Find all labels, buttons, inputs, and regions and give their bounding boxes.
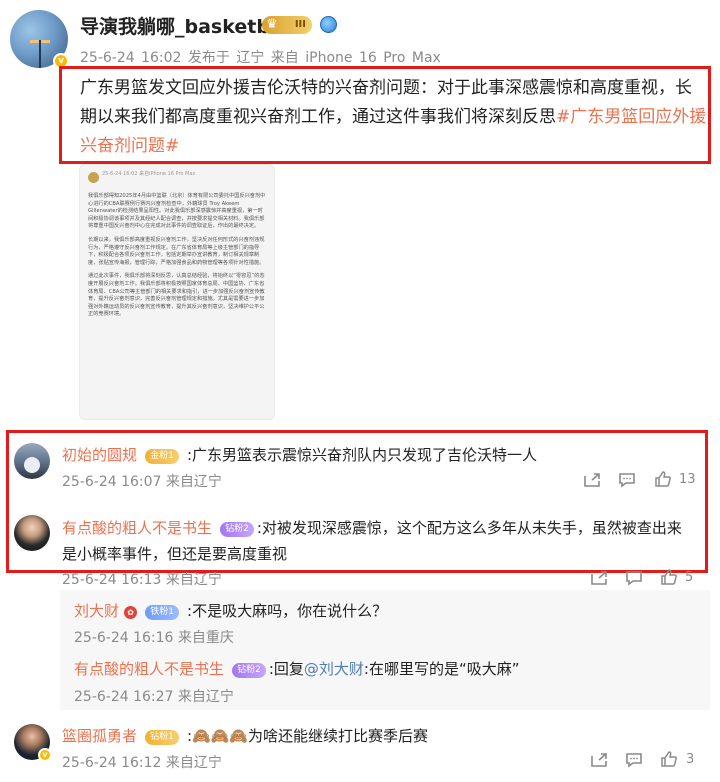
verified-icon: ✿ (124, 606, 138, 619)
like-icon[interactable] (660, 751, 678, 767)
comment-icon[interactable] (618, 472, 636, 488)
comment-line: 初始的圆规 金粉1 :广东男篮表示震惊兴奋剂队内只发现了吉伦沃特一人 (62, 444, 702, 465)
comment-author[interactable]: 初始的圆规 (62, 446, 137, 464)
like-count: 13 (679, 472, 696, 487)
embed-avatar (88, 172, 99, 183)
emoji-monkeys: 🙈🙈🙈 (192, 727, 249, 745)
comment-avatar[interactable] (14, 443, 50, 479)
comment-meta: 25-6-24 16:12 来自辽宁 (62, 755, 222, 771)
comment-meta: 25-6-24 16:07 来自辽宁 (62, 474, 222, 490)
reply-prefix: :回复 (268, 660, 304, 678)
like-count: 5 (685, 570, 694, 585)
globe-icon[interactable] (320, 16, 337, 33)
comment-text: 为啥还能继续打比赛季后赛 (248, 727, 429, 745)
post-text: 广东男篮发文回应外援吉伦沃特的兴奋剂问题：对于此事深感震惊和高度重视，长期以来我… (80, 74, 708, 161)
moon-graphic (24, 457, 40, 473)
mention-link[interactable]: @刘大财 (304, 660, 364, 678)
post-meta: 25-6-24 16:02 发布于 辽宁 来自 iPhone 16 Pro Ma… (80, 50, 441, 66)
reply-meta: 25-6-24 16:27 来自辽宁 (74, 689, 234, 705)
like-count: 3 (686, 752, 695, 767)
comment-author[interactable]: 有点酸的粗人不是书生 (62, 519, 212, 537)
post-image[interactable]: 25-6-24 16:02 来自iPhone 16 Pro Max 我俱乐部得知… (79, 164, 275, 420)
verified-icon: v (38, 748, 52, 762)
reply-line: 有点酸的粗人不是书生 钻粉2:回复@刘大财:在哪里写的是“吸大麻” (74, 658, 520, 679)
comment-line: 有点酸的粗人不是书生 钻粉2:对被发现深感震惊，这个配方这么多年从未失手，虽然被… (62, 515, 692, 567)
embed-header-text: 25-6-24 16:02 来自iPhone 16 Pro Max (102, 171, 196, 177)
fan-badge[interactable]: 钻粉2 (220, 522, 254, 537)
crown-badge[interactable]: ♛ III (262, 16, 312, 34)
fan-badge[interactable]: 铁粉1 (145, 605, 179, 620)
pole-graphic (39, 40, 41, 68)
like-icon[interactable] (660, 569, 678, 585)
embed-paragraph: 长期以来，我俱乐部高度重视反兴奋剂工作，坚决反对任何形式的兴奋剂违规行为，严格遵… (88, 236, 265, 266)
comment-icon[interactable] (625, 752, 643, 768)
reply-line: 刘大财 ✿ 铁粉1 :不是吸大麻吗，你在说什么？ (74, 600, 387, 621)
reply-author[interactable]: 刘大财 (74, 602, 119, 620)
comment-meta: 25-6-24 16:13 来自辽宁 (62, 572, 222, 588)
like-icon[interactable] (654, 471, 672, 487)
reply-text: :不是吸大麻吗，你在说什么？ (187, 602, 388, 620)
comment-line: 篮圈孤勇者 钻粉1 :🙈🙈🙈为啥还能继续打比赛季后赛 (62, 725, 702, 746)
crown-level: III (294, 19, 306, 30)
reply-author[interactable]: 有点酸的粗人不是书生 (74, 660, 224, 678)
share-icon[interactable] (590, 570, 608, 586)
fan-badge[interactable]: 钻粉1 (145, 730, 179, 745)
crown-icon: ♛ (266, 17, 278, 32)
fan-badge[interactable]: 金粉1 (145, 449, 179, 464)
comment-icon[interactable] (625, 570, 643, 586)
comment-avatar[interactable] (14, 515, 50, 551)
share-icon[interactable] (583, 472, 601, 488)
fan-badge[interactable]: 钻粉2 (232, 663, 266, 678)
reply-meta: 25-6-24 16:16 来自重庆 (74, 630, 234, 646)
embed-header: 25-6-24 16:02 来自iPhone 16 Pro Max (88, 171, 268, 193)
embed-paragraph: 我俱乐部得知2025年4月由中篮联（北京）体育有限公司委托中国反兴奋剂中心进行的… (88, 193, 266, 230)
comment-author[interactable]: 篮圈孤勇者 (62, 727, 137, 745)
reply-text: :在哪里写的是“吸大麻” (363, 660, 520, 678)
share-icon[interactable] (590, 752, 608, 768)
comment-text: :广东男篮表示震惊兴奋剂队内只发现了吉伦沃特一人 (186, 446, 537, 464)
embed-paragraph: 通过此次事件，我俱乐部将深刻反思，认真总结经验，将始终以“零容忍”的态度开展反兴… (88, 273, 265, 318)
